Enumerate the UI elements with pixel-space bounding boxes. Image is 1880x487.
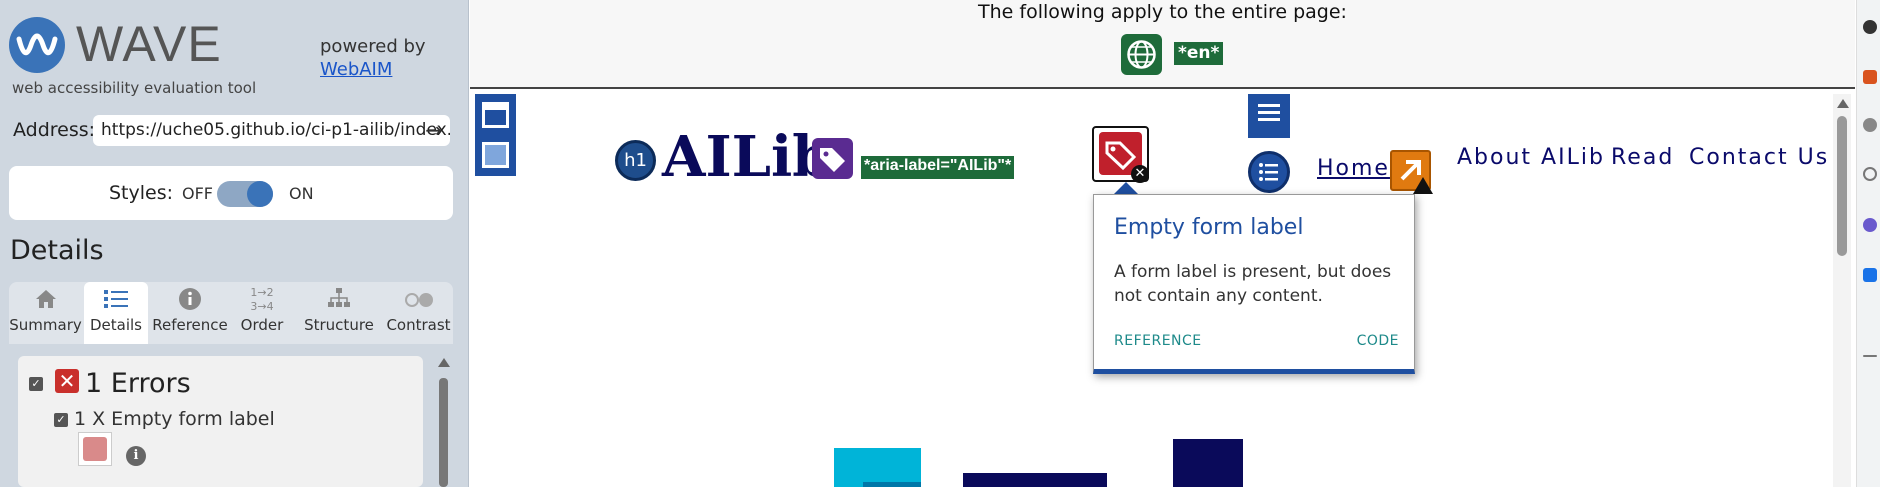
divider — [1863, 355, 1877, 357]
empty-form-label-error-icon[interactable]: ✕ — [1092, 126, 1149, 183]
styles-label: Styles: — [109, 182, 174, 204]
tab-structure[interactable]: Structure — [295, 282, 383, 344]
h1-heading-icon[interactable]: h1 — [615, 140, 656, 181]
menu-structure-icon[interactable] — [1248, 94, 1290, 138]
scroll-thumb[interactable] — [439, 378, 448, 487]
popup-code-link[interactable]: CODE — [1357, 333, 1399, 349]
browser-side-strip — [1856, 0, 1880, 487]
nav-contact[interactable]: Contact Us — [1689, 145, 1829, 170]
extension-icon[interactable] — [1863, 268, 1877, 282]
info-icon — [150, 282, 230, 316]
errors-count: 1 Errors — [85, 368, 191, 399]
extension-icon[interactable] — [1863, 70, 1877, 84]
tab-structure-label: Structure — [304, 316, 374, 334]
page-image-block — [863, 482, 921, 487]
errors-checkbox[interactable]: ✓ — [29, 377, 43, 391]
evaluated-page: The following apply to the entire page: … — [470, 0, 1855, 487]
tab-summary[interactable]: Summary — [9, 282, 82, 344]
error-popup: Empty form label A form label is present… — [1093, 194, 1415, 374]
scroll-up-icon[interactable] — [438, 358, 450, 367]
close-icon: ✕ — [1131, 165, 1149, 183]
info-icon[interactable]: i — [126, 446, 146, 466]
popup-reference-link[interactable]: REFERENCE — [1114, 333, 1202, 349]
contrast-icon — [384, 282, 453, 316]
home-icon — [9, 282, 82, 316]
empty-form-label-icon[interactable] — [78, 432, 112, 466]
powered-by-label: powered by — [320, 36, 426, 57]
tab-contrast[interactable]: Contrast — [384, 282, 453, 344]
wave-logo-text: WAVE — [76, 16, 222, 72]
details-heading: Details — [10, 235, 104, 266]
scroll-up-icon[interactable] — [1837, 99, 1849, 108]
page-image-block — [1173, 439, 1243, 487]
nav-home[interactable]: Home — [1317, 156, 1390, 181]
address-input[interactable]: https://uche05.github.io/ci-p1-ailib/ind… — [93, 115, 450, 146]
address-label: Address: — [13, 119, 96, 141]
extension-icon[interactable] — [1863, 218, 1877, 232]
details-panel: ✓ ✕ 1 Errors ✓ 1 X Empty form label i — [18, 356, 423, 487]
warning-icon — [1413, 177, 1433, 194]
styles-on-label: ON — [289, 184, 314, 203]
globe-icon[interactable] — [1121, 34, 1162, 75]
details-scrollbar[interactable] — [438, 358, 450, 487]
tab-reference-label: Reference — [152, 316, 228, 334]
language-badge: *en* — [1174, 42, 1224, 65]
profile-icon[interactable] — [1863, 118, 1877, 132]
error-item-label: 1 X Empty form label — [74, 408, 275, 430]
aria-label-badge: *aria-label="AILib"* — [861, 156, 1015, 179]
aria-tag-icon[interactable] — [812, 138, 853, 179]
tab-summary-label: Summary — [9, 316, 82, 334]
order-icon: 1→2 3→4 — [250, 286, 274, 313]
wave-subtitle: web accessibility evaluation tool — [12, 79, 257, 97]
tab-order[interactable]: 1→2 3→4 Order — [231, 282, 293, 344]
tab-details[interactable]: Details — [84, 282, 148, 344]
popup-description: A form label is present, but does not co… — [1114, 262, 1392, 306]
go-arrow-icon[interactable]: → — [425, 118, 442, 142]
page-image-block — [963, 473, 1107, 487]
styles-toggle-panel: Styles: OFF ON — [9, 166, 453, 220]
tab-reference[interactable]: Reference — [150, 282, 230, 344]
styles-toggle[interactable] — [217, 181, 273, 207]
unordered-list-icon[interactable] — [1248, 151, 1290, 193]
wave-sidebar: WAVE web accessibility evaluation tool p… — [0, 0, 469, 487]
popup-title: Empty form label — [1114, 215, 1304, 240]
extension-icon[interactable] — [1863, 20, 1877, 34]
container-icon[interactable] — [475, 136, 516, 176]
wave-logo-icon — [9, 17, 65, 73]
structure-icon — [295, 282, 383, 316]
wave-tabs: Summary Details Reference 1→23→4 Order — [9, 282, 453, 344]
tab-order-label: Order — [240, 316, 284, 334]
tab-contrast-label: Contrast — [386, 316, 451, 334]
styles-off-label: OFF — [182, 184, 213, 203]
tab-details-label: Details — [89, 316, 142, 334]
page-scroll-thumb[interactable] — [1837, 116, 1847, 256]
list-icon — [84, 282, 148, 316]
nav-read[interactable]: Read — [1611, 145, 1674, 170]
address-value: https://uche05.github.io/ci-p1-ailib/ind… — [101, 120, 450, 140]
search-icon[interactable] — [1863, 167, 1877, 181]
powered-by: powered by WebAIM — [320, 35, 426, 81]
error-item-checkbox[interactable]: ✓ — [54, 413, 68, 427]
banner-text: The following apply to the entire page: — [978, 1, 1347, 23]
toggle-knob — [247, 181, 273, 207]
container-icon[interactable] — [475, 94, 516, 136]
webaim-link[interactable]: WebAIM — [320, 58, 426, 81]
nav-about[interactable]: About AILib — [1457, 145, 1605, 170]
page-level-banner: The following apply to the entire page: … — [470, 0, 1855, 89]
error-x-icon: ✕ — [55, 369, 79, 393]
page-scrollbar[interactable] — [1833, 94, 1851, 487]
site-brand: AILib — [662, 124, 832, 190]
